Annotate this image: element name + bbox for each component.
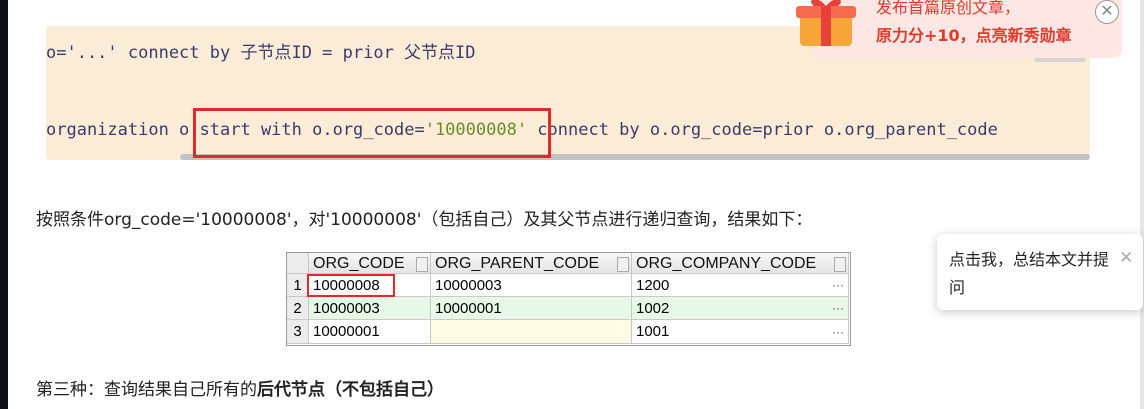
table-cell-org-code[interactable]: 10000001 <box>309 320 431 344</box>
table-cell-parent-code[interactable]: 10000001 <box>431 297 632 320</box>
ai-summary-tooltip[interactable]: 点击我，总结本文并提问 ✕ <box>937 234 1143 310</box>
cell-expand-ellipsis[interactable]: ··· <box>832 297 844 319</box>
gift-box-icon <box>796 0 856 46</box>
code-highlight-box <box>193 108 551 158</box>
right-edge-scrollbar[interactable] <box>1140 0 1144 409</box>
cell-expand-ellipsis[interactable]: ··· <box>832 320 844 343</box>
table-cell-org-code[interactable]: 10000003 <box>309 297 431 320</box>
header-label: ORG_CODE <box>313 255 405 272</box>
grid-corner-cell <box>287 253 309 274</box>
table-cell-company-code[interactable]: 1001 ··· <box>632 320 849 344</box>
code-line-1: o='...' connect by 子节点ID = prior 父节点ID <box>46 38 476 63</box>
header-label: ORG_COMPANY_CODE <box>636 255 817 272</box>
table-cell-company-code[interactable]: 1002 ··· <box>632 297 849 320</box>
cell-value: 1001 <box>636 323 670 340</box>
grid-header-org-parent-code[interactable]: ORG_PARENT_CODE <box>431 253 632 274</box>
paragraph-third-method: 第三种：查询结果自己所有的后代节点（不包括自己） <box>36 375 444 400</box>
table-cell-company-code[interactable]: 1200 ··· <box>632 274 849 297</box>
table-cell-parent-code[interactable] <box>431 320 632 344</box>
paragraph-result-desc: 按照条件org_code='10000008'，对'10000008'（包括自己… <box>36 210 813 230</box>
column-sort-icon[interactable] <box>416 257 428 272</box>
paragraph-third-bold: 后代节点（不包括自己） <box>257 380 444 400</box>
promo-top-text: 发布首篇原创文章， <box>876 0 1021 17</box>
row-number[interactable]: 2 <box>287 297 309 320</box>
left-edge-strip <box>0 0 8 409</box>
grid-header-org-company-code[interactable]: ORG_COMPANY_CODE <box>632 253 849 274</box>
code-line-1-text: o='...' connect by 子节点ID = prior 父节点ID <box>46 43 476 63</box>
tooltip-close-icon[interactable]: ✕ <box>1119 248 1133 268</box>
code-line-2-part-a: organization o <box>46 120 200 140</box>
row-number[interactable]: 1 <box>287 274 309 297</box>
promo-close-icon[interactable]: ✕ <box>1095 0 1119 24</box>
row-number[interactable]: 3 <box>287 320 309 344</box>
code-line-2-part-c: connect by o.org_code=prior o.org_parent… <box>527 120 998 140</box>
tooltip-text[interactable]: 点击我，总结本文并提问 <box>949 246 1114 302</box>
cell-highlight-box <box>307 274 395 297</box>
promo-main-text[interactable]: 原力分+10，点亮新秀勋章 <box>876 22 1072 46</box>
column-sort-icon[interactable] <box>617 257 629 272</box>
result-grid: ORG_CODE ORG_PARENT_CODE ORG_COMPANY_COD… <box>286 252 851 346</box>
column-sort-icon[interactable] <box>834 257 846 272</box>
header-label: ORG_PARENT_CODE <box>435 255 600 272</box>
cell-value: 1002 <box>636 300 670 317</box>
table-cell-parent-code[interactable]: 10000003 <box>431 274 632 297</box>
paragraph-third-plain: 第三种：查询结果自己所有的 <box>36 380 257 400</box>
cell-expand-ellipsis[interactable]: ··· <box>832 274 844 296</box>
cell-value: 1200 <box>636 277 670 294</box>
grid-header-org-code[interactable]: ORG_CODE <box>309 253 431 274</box>
